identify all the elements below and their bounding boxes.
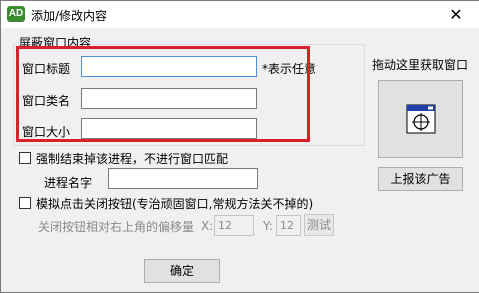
ok-button[interactable]: 确定 bbox=[144, 259, 220, 283]
process-name-label: 进程名字 bbox=[44, 176, 93, 190]
force-kill-label: 强制结束掉该进程，不进行窗口匹配 bbox=[36, 152, 229, 166]
offset-y-label: Y: bbox=[263, 219, 273, 233]
test-button[interactable]: 测试 bbox=[304, 214, 334, 236]
app-icon: AD bbox=[7, 6, 25, 22]
close-icon: ✕ bbox=[449, 5, 463, 24]
offset-x-label: X: bbox=[201, 219, 214, 233]
title-bar: AD 添加/修改内容 ✕ bbox=[1, 1, 479, 28]
process-name-input[interactable] bbox=[108, 168, 258, 189]
force-kill-checkbox[interactable] bbox=[19, 152, 31, 164]
drag-capture-target[interactable] bbox=[378, 80, 463, 158]
report-ad-button[interactable]: 上报该广告 bbox=[378, 167, 463, 191]
simulate-close-label: 模拟点击关闭按钮(专治顽固窗口,常规方法关不掉的) bbox=[36, 197, 314, 211]
highlight-box bbox=[16, 46, 310, 142]
window-title: 添加/修改内容 bbox=[31, 9, 108, 23]
offset-y-input[interactable]: 12 bbox=[276, 215, 301, 236]
drag-hint-label: 拖动这里获取窗口 bbox=[372, 58, 469, 72]
offset-x-input[interactable]: 12 bbox=[214, 215, 254, 236]
close-button[interactable]: ✕ bbox=[433, 1, 479, 28]
simulate-close-checkbox[interactable] bbox=[19, 197, 31, 209]
crosshair-window-icon bbox=[406, 104, 436, 134]
offset-label: 关闭按钮相对右上角的偏移量 bbox=[38, 220, 195, 234]
